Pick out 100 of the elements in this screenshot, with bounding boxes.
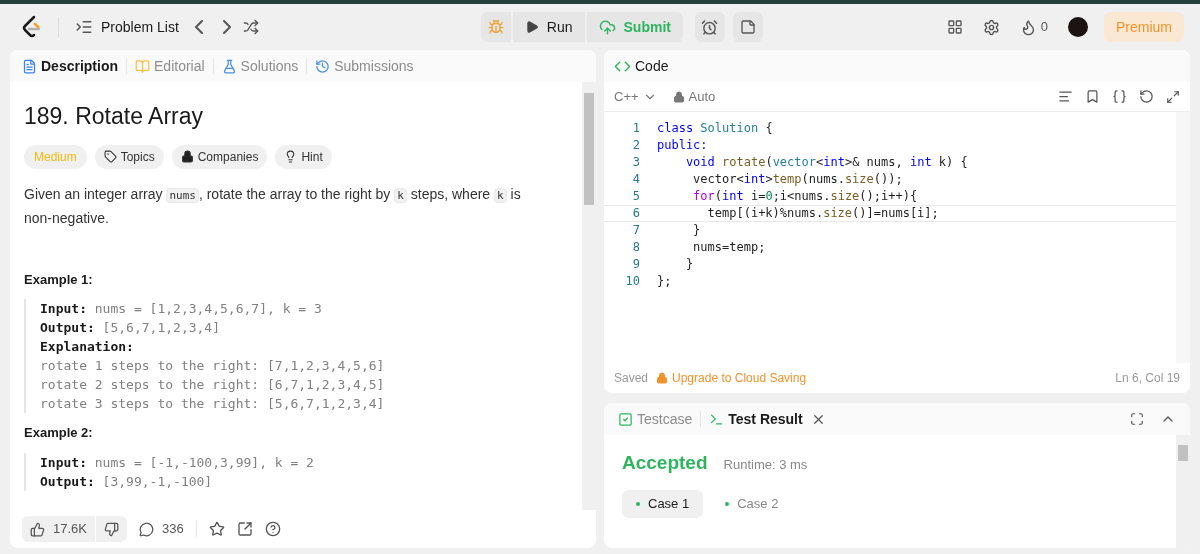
layout-button[interactable] <box>946 19 963 35</box>
grid-icon <box>946 19 963 35</box>
terminal-icon <box>709 411 725 427</box>
code-line: class Solution { <box>657 121 773 136</box>
help-icon <box>264 521 281 537</box>
reset-button[interactable] <box>1139 89 1154 104</box>
avatar[interactable] <box>1068 17 1088 37</box>
share-button[interactable] <box>236 521 253 537</box>
line-number: 7 <box>631 223 640 238</box>
tag-chip[interactable]: Companies <box>171 144 268 169</box>
mode-label: Auto <box>688 87 716 106</box>
tag-icon <box>103 150 117 164</box>
chevron-right-icon <box>222 20 231 34</box>
bug-icon <box>487 19 504 35</box>
cursor-position: Ln 6, Col 19 <box>1115 370 1180 387</box>
example-line: Explanation: <box>40 338 135 357</box>
fullscreen-icon <box>1130 412 1144 426</box>
play-icon <box>524 20 539 34</box>
timer-button[interactable] <box>694 12 725 42</box>
line-number: 6 <box>631 206 640 221</box>
expand-button[interactable] <box>1166 89 1180 104</box>
line-number: 2 <box>631 138 640 153</box>
panel-title: Code <box>635 56 669 76</box>
case-tab[interactable]: Case 2 <box>711 489 793 518</box>
code-line: nums=temp; <box>692 240 766 255</box>
problem-list-button[interactable]: Problem List <box>75 16 179 38</box>
example-line: Output: [5,6,7,1,2,3,4] <box>40 319 222 338</box>
help-button[interactable] <box>264 521 281 537</box>
code-line: } <box>692 223 701 238</box>
code-line: void rotate(vector<int>& nums, int k) { <box>684 155 968 170</box>
verdict: Accepted <box>622 451 708 475</box>
comment-icon <box>139 521 154 537</box>
logo-icon[interactable] <box>20 15 42 39</box>
line-number: 5 <box>631 189 640 204</box>
note-icon <box>739 19 756 35</box>
saved-status: Saved <box>614 370 649 387</box>
external-link-icon <box>236 521 253 537</box>
cloud-upload-icon <box>598 18 616 36</box>
comments-button[interactable]: 336 <box>139 519 184 539</box>
code-line: }; <box>657 274 672 289</box>
run-button[interactable]: Run <box>512 12 585 42</box>
star-icon <box>208 521 225 537</box>
code-line: } <box>684 257 694 272</box>
tag-chip[interactable]: Hint <box>275 144 332 169</box>
tag-chip[interactable]: Topics <box>94 144 164 169</box>
result-tab[interactable]: Test Result <box>709 408 803 430</box>
line-number: 4 <box>631 172 640 187</box>
line-number: 8 <box>631 240 640 255</box>
align-left-icon <box>1058 89 1073 104</box>
chevron-left-icon <box>194 20 203 34</box>
previous-button[interactable] <box>194 20 203 34</box>
example-line: rotate 1 steps to the right: [7,1,2,3,4,5,6] <box>40 357 386 376</box>
code-line: vector<int>temp(nums.size()); <box>692 172 903 187</box>
settings-icon <box>982 18 1000 36</box>
document-icon <box>22 58 37 74</box>
line-number: 10 <box>624 274 640 289</box>
code-editor[interactable]: 1 class Solution { 2 public: 3 void rotate(vector<int>& nums, int k) { 4 vector<int>temp(nums.size()); 5 for(int i=0;i<nums.size();i++){ 6 temp[(i+k)%nums.size()]=nums[i]; 7 } 8 nums=temp; 9 } 10 }; <box>604 112 1190 363</box>
format-button[interactable] <box>1058 89 1073 104</box>
line-number: 9 <box>631 257 640 272</box>
thumbs-up-icon <box>30 521 45 537</box>
code-line: public: <box>657 138 708 153</box>
thumbs-down-icon <box>104 521 119 537</box>
bookmark-button[interactable] <box>1085 89 1100 104</box>
expand-icon <box>1166 89 1180 104</box>
example-line: rotate 2 steps to the right: [6,7,1,2,3,4,5] <box>40 376 386 395</box>
book-icon <box>135 58 150 74</box>
checkbox-icon <box>618 411 633 427</box>
language-dropdown[interactable]: C++ <box>614 86 657 107</box>
flask-icon <box>221 58 237 74</box>
line-number: 1 <box>631 121 640 136</box>
code-line: temp[(i+k)%nums.size()]=nums[i]; <box>706 206 939 221</box>
scrollbar[interactable] <box>582 82 596 510</box>
example-line: Input: nums = [-1,-100,3,99], k = 2 <box>40 453 315 472</box>
example-heading: Example 1: <box>24 270 94 289</box>
runtime: Runtime: 3 ms <box>723 456 808 474</box>
example-line: Input: nums = [1,2,3,4,5,6,7], k = 3 <box>40 300 323 319</box>
example-heading: Example 2: <box>24 424 94 443</box>
difficulty-badge: Medium <box>24 144 87 169</box>
problem-statement: Given an integer array nums , rotate the array to the right by k steps, where k is non-negative. <box>24 184 522 228</box>
case-tab[interactable]: Case 1 <box>622 489 704 518</box>
shuffle-button[interactable] <box>242 19 259 35</box>
alarm-clock-icon <box>701 18 719 36</box>
line-number: 3 <box>631 155 640 170</box>
fullscreen-button[interactable] <box>1130 412 1144 426</box>
problem-title: 189. Rotate Array <box>24 102 204 131</box>
braces-icon <box>1112 89 1127 104</box>
streak-counter[interactable]: 0 <box>1019 17 1048 37</box>
panel-tab[interactable]: Description <box>22 55 118 77</box>
settings-button[interactable] <box>982 18 1000 36</box>
shuffle-icon <box>242 19 259 35</box>
bookmark-icon <box>1085 89 1100 104</box>
list-icon <box>75 18 93 36</box>
code-line: for(int i=0;i<nums.size();i++){ <box>692 189 918 204</box>
braces-button[interactable] <box>1112 89 1127 104</box>
next-button[interactable] <box>222 20 231 34</box>
notes-button[interactable] <box>732 12 763 42</box>
favorite-button[interactable] <box>208 521 225 537</box>
undo-icon <box>1139 89 1154 104</box>
example-line: Output: [3,99,-1,-100] <box>40 472 214 491</box>
example-line: rotate 3 steps to the right: [5,6,7,1,2,3,4] <box>40 395 386 414</box>
